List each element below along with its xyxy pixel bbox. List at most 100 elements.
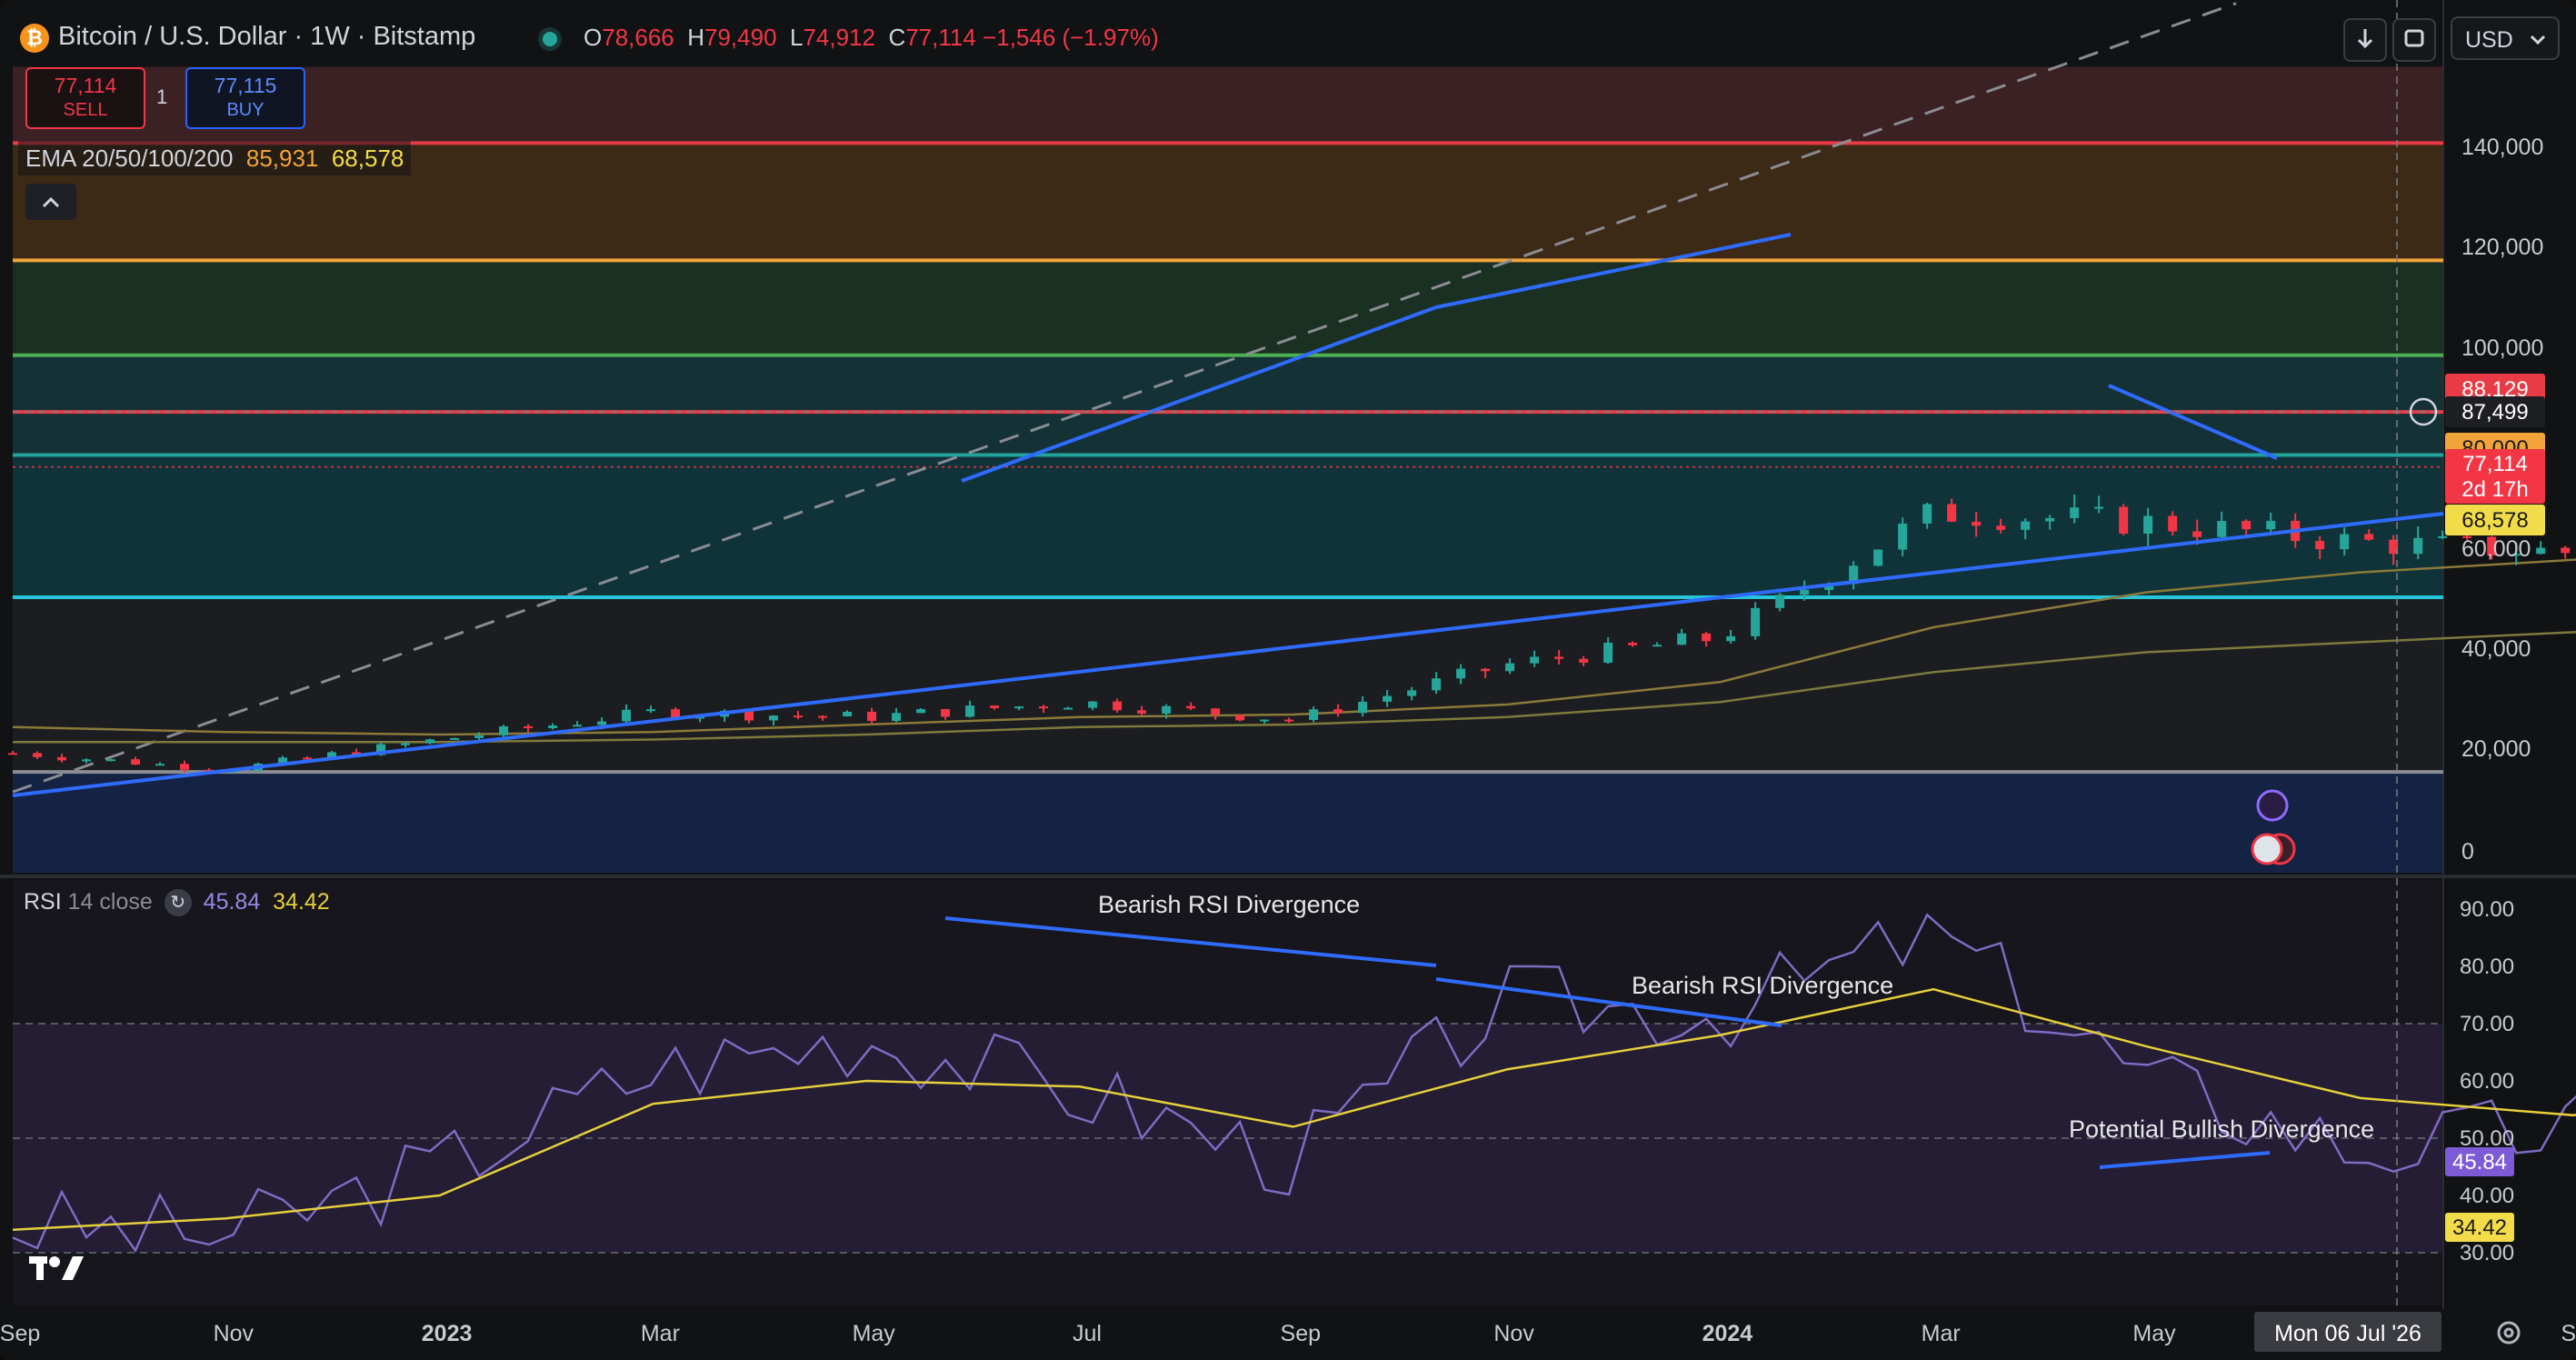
rsi-label: RSI (24, 889, 62, 915)
candle-body (474, 735, 484, 738)
candle-body (180, 764, 190, 770)
candle-body (1186, 705, 1196, 709)
candle-body (2094, 506, 2104, 509)
candle-body (1530, 656, 1540, 664)
arrow-down-icon (2357, 29, 2373, 49)
candle-body (1063, 707, 1073, 710)
candle-body (1873, 549, 1883, 566)
price-axis-label: 60,000 (2461, 536, 2531, 562)
settings-button[interactable] (2489, 1315, 2529, 1351)
close-label: C (888, 24, 906, 51)
rsi-legend[interactable]: RSI 14 close ↻ 45.84 34.42 (24, 889, 330, 917)
rsi-ma-value: 34.42 (273, 889, 330, 915)
collapse-legend-button[interactable] (25, 184, 76, 220)
annotation-bearish-1: Bearish RSI Divergence (1098, 891, 1360, 918)
candle-body (1284, 719, 1294, 722)
candle-body (82, 759, 92, 762)
candle-body (1726, 635, 1736, 642)
candle-body (1309, 709, 1319, 720)
order-quantity[interactable]: 1 (156, 85, 167, 109)
candle-body (2045, 517, 2055, 522)
candle-body (2143, 515, 2153, 534)
time-axis-label: Mar (641, 1321, 680, 1346)
candle-body (1972, 521, 1982, 526)
candle-body (1579, 658, 1589, 663)
price-axis-label: 40,000 (2461, 636, 2531, 662)
price-axis-label: 0 (2461, 839, 2474, 865)
candle-body (843, 711, 853, 717)
price-axis-label: 120,000 (2461, 235, 2543, 260)
candle-body (1235, 715, 1245, 721)
candle-body (916, 709, 926, 714)
price-zone-6 (13, 772, 2443, 873)
annotation-bearish-2: Bearish RSI Divergence (1632, 972, 1893, 999)
gear-icon (2497, 1321, 2521, 1345)
rsi-axis-label: 60.00 (2460, 1069, 2514, 1094)
price-zone-4 (13, 455, 2443, 598)
rsi-axis-label: 40.00 (2460, 1184, 2514, 1208)
candle-body (2192, 531, 2202, 537)
chart-canvas[interactable]: Bearish RSI Divergence Bearish RSI Diverg… (0, 0, 2576, 1360)
candle-body (2266, 520, 2276, 530)
rsi-params: 14 close (67, 889, 153, 915)
low-label: L (789, 24, 804, 51)
annotation-bullish: Potential Bullish Divergence (2069, 1115, 2374, 1143)
candle-body (1603, 643, 1613, 663)
price-zone-2 (13, 260, 2443, 355)
tag-crosshair: 87,499 (2461, 400, 2528, 425)
tag-last: 77,114 (2462, 452, 2528, 476)
candle-body (2364, 534, 2374, 540)
candle-body (2217, 521, 2227, 537)
candle-body (1260, 719, 1270, 722)
candle-body (1456, 668, 1466, 679)
candle-body (1113, 701, 1123, 711)
candle-body (524, 725, 534, 728)
sell-button[interactable]: 77,114 SELL (25, 67, 145, 129)
candle-body (1652, 645, 1662, 647)
tag-rsi-ma: 34.42 (2452, 1215, 2507, 1240)
candle-body (1775, 595, 1785, 608)
tradingview-logo (29, 1256, 84, 1280)
lightning-event-icon[interactable] (2256, 789, 2289, 822)
market-open-dot (543, 32, 557, 46)
candle-body (1554, 656, 1564, 659)
symbol-title[interactable]: Bitcoin / U.S. Dollar · 1W · Bitstamp (58, 22, 475, 52)
us-flag-event-icon-2[interactable] (2251, 833, 2283, 865)
currency-select[interactable]: USD (2451, 16, 2560, 60)
low-value: 74,912 (803, 24, 875, 51)
candle-body (548, 725, 558, 728)
candle-body (425, 739, 435, 744)
high-label: H (687, 24, 704, 51)
rsi-value: 45.84 (203, 889, 261, 915)
price-zone-3 (13, 355, 2443, 455)
candle-body (867, 711, 877, 721)
buy-price: 77,115 (214, 74, 277, 97)
high-value: 79,490 (704, 24, 777, 51)
candle-body (622, 709, 632, 722)
candle-body (1922, 504, 1932, 524)
candle-body (1898, 523, 1908, 550)
ema-value-1: 85,931 (245, 145, 319, 172)
candle-body (1628, 643, 1638, 645)
refresh-icon (2404, 29, 2424, 47)
candle-body (2021, 521, 2031, 530)
price-zone-0 (13, 66, 2443, 144)
ema-legend[interactable]: EMA 20/50/100/200 85,931 68,578 (18, 141, 412, 175)
scroll-down-button[interactable] (2343, 18, 2387, 62)
rsi-axis-label: 30.00 (2460, 1241, 2514, 1265)
replay-button[interactable] (2392, 18, 2436, 62)
candle-body (1333, 709, 1343, 714)
bitcoin-icon: ₿ (20, 24, 49, 53)
rsi-axis-label: 50.00 (2460, 1126, 2514, 1151)
time-axis-label: Nov (1493, 1321, 1534, 1346)
candle-body (892, 713, 902, 721)
sell-label: SELL (63, 100, 108, 120)
rsi-axis-label: 90.00 (2460, 897, 2514, 922)
open-value: 78,666 (602, 24, 674, 51)
candle-body (794, 715, 804, 718)
candle-body (1137, 710, 1147, 714)
ema-value-2: 68,578 (331, 145, 404, 172)
candle-body (965, 705, 975, 717)
buy-button[interactable]: 77,115 BUY (185, 67, 305, 129)
buy-label: BUY (226, 100, 265, 120)
